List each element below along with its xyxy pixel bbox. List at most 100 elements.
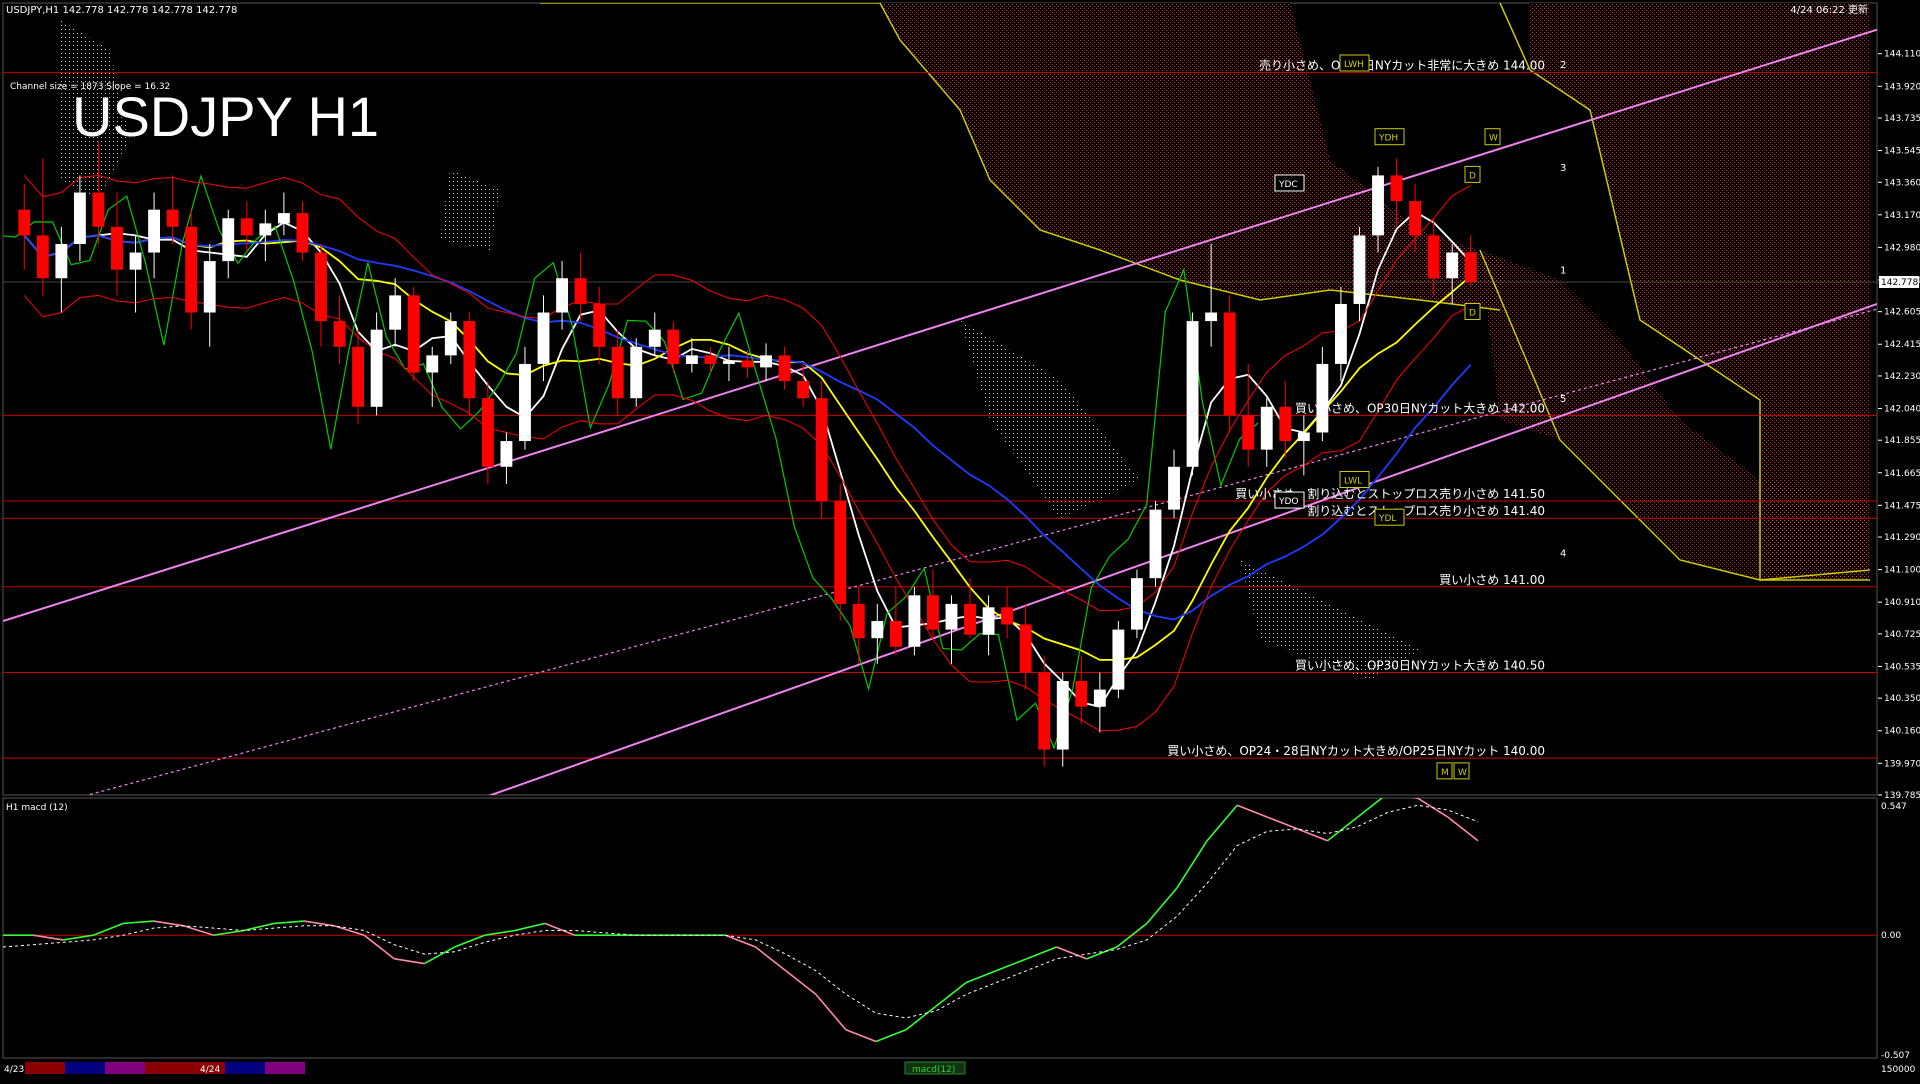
candle-bear	[296, 213, 309, 253]
ref-box-label: W	[1489, 134, 1498, 144]
projection-label: 4	[1560, 548, 1566, 559]
level-label: 買い小さめ、OP30日NYカット大きめ 140.50	[1295, 658, 1545, 672]
candle-bull	[444, 321, 457, 356]
candle-bull	[426, 355, 439, 373]
candle-bear	[1001, 607, 1014, 625]
candle-bull	[1316, 363, 1329, 433]
price-tick-label: 139.970	[1884, 759, 1920, 769]
candle-bear	[407, 295, 420, 373]
chart-svg: 売り小さめ、OP24日NYカット非常に大きめ 144.00 買い小さめ、OP30日…	[0, 0, 1920, 1080]
candle-bear	[1242, 415, 1255, 450]
price-tick-label: 140.535	[1884, 662, 1920, 672]
candle-bull	[945, 603, 958, 630]
macd-tick-label: -0.507	[1881, 1051, 1910, 1061]
price-tick-label: 142.980	[1884, 243, 1920, 253]
candle-bull	[648, 329, 661, 347]
candle-bull	[55, 243, 68, 279]
symbol-line: USDJPY,H1 142.778 142.778 142.778 142.77…	[6, 5, 237, 16]
candle-bear	[815, 398, 828, 502]
candle-bear	[574, 278, 587, 304]
projection-label: 1	[1560, 266, 1566, 277]
candle-bear	[333, 321, 346, 347]
level-label: 買い小さめ、OP30日NYカット大きめ 142.00	[1295, 401, 1545, 415]
candle-bull	[630, 346, 643, 399]
ref-box-label: D	[1469, 309, 1476, 319]
candle-bear	[240, 218, 253, 236]
candle-bear	[741, 360, 754, 368]
date-segment	[265, 1062, 305, 1074]
candle-bull	[1372, 175, 1384, 236]
chart-title: USDJPY H1	[72, 85, 379, 148]
candle-bear	[1038, 672, 1051, 750]
candle-bull	[73, 192, 86, 244]
candle-bull	[259, 223, 272, 236]
date-segment	[105, 1062, 145, 1074]
candle-bear	[778, 355, 791, 382]
ref-box-label: D	[1469, 171, 1476, 181]
ref-box-label: YDC	[1278, 180, 1298, 190]
candle-bear	[1019, 624, 1032, 673]
price-tick-label: 140.725	[1884, 630, 1920, 640]
ref-box-label: YDH	[1378, 134, 1398, 144]
candle-bull	[1334, 303, 1347, 364]
level-label: 買い小さめ 141.00	[1439, 573, 1545, 587]
macd-tick-label: 0.547	[1881, 802, 1907, 812]
candle-bear	[704, 355, 717, 364]
date-segment	[145, 1062, 185, 1074]
price-tick-label: 143.360	[1884, 178, 1920, 188]
ref-box-label: YDL	[1378, 514, 1396, 524]
macd-title: H1 macd (12)	[6, 803, 68, 813]
current-price-label: 142.778	[1881, 278, 1918, 288]
price-tick-label: 141.290	[1884, 533, 1920, 543]
candle-bull	[203, 261, 216, 313]
ref-box-label: LWH	[1344, 60, 1364, 70]
chart-container: 売り小さめ、OP24日NYカット非常に大きめ 144.00 買い小さめ、OP30日…	[0, 0, 1920, 1080]
price-tick-label: 141.665	[1884, 469, 1920, 479]
candle-bull	[1260, 406, 1273, 450]
candle-bull	[556, 278, 568, 313]
level-label: 買い小さめ、OP24・28日NYカット大きめ/OP25日NYカット 140.00	[1167, 744, 1545, 758]
candle-bull	[1446, 252, 1459, 279]
candle-bull	[370, 329, 383, 407]
candle-bear	[889, 621, 902, 647]
ref-box-label: LWL	[1344, 476, 1362, 486]
candle-bear	[92, 192, 105, 227]
candle-bear	[964, 603, 976, 635]
date-segment	[225, 1062, 265, 1074]
ref-box-label: M	[1441, 768, 1449, 778]
candle-bull	[1168, 466, 1180, 510]
candle-bull	[908, 595, 921, 647]
level-label: 売り小さめ、OP24日NYカット非常に大きめ 144.00	[1259, 58, 1545, 73]
date-segment	[25, 1062, 65, 1074]
candle-bear	[1464, 252, 1477, 283]
candle-bear	[834, 501, 847, 604]
price-tick-label: 142.605	[1884, 308, 1920, 318]
candle-bear	[1427, 235, 1440, 279]
candle-bull	[1186, 321, 1199, 467]
bottom-value: 150000	[1881, 1065, 1916, 1075]
candle-bear	[1409, 201, 1422, 236]
candle-bull	[982, 607, 995, 635]
macd-badge: macd(12)	[912, 1065, 955, 1075]
candle-bear	[852, 603, 865, 639]
candle-bear	[927, 595, 939, 630]
candle-bull	[1205, 312, 1218, 322]
candle-bear	[481, 398, 494, 467]
candle-bull	[389, 295, 402, 330]
candle-bear	[593, 303, 606, 347]
candle-bear	[1279, 406, 1292, 442]
candle-bull	[277, 213, 290, 224]
macd-tick-label: 0.00	[1881, 931, 1901, 941]
date-label: 4/23	[4, 1065, 24, 1075]
date-label: 4/24	[200, 1065, 220, 1075]
candle-bull	[1149, 509, 1162, 579]
price-tick-label: 144.110	[1884, 50, 1920, 60]
price-tick-label: 143.170	[1884, 211, 1920, 221]
projection-label: 3	[1560, 163, 1566, 174]
price-tick-label: 142.040	[1884, 405, 1920, 415]
candle-bear	[185, 226, 198, 313]
candle-bull	[1130, 578, 1143, 630]
candle-bear	[352, 346, 365, 407]
candle-bear	[36, 235, 49, 279]
candle-bear	[18, 209, 31, 236]
